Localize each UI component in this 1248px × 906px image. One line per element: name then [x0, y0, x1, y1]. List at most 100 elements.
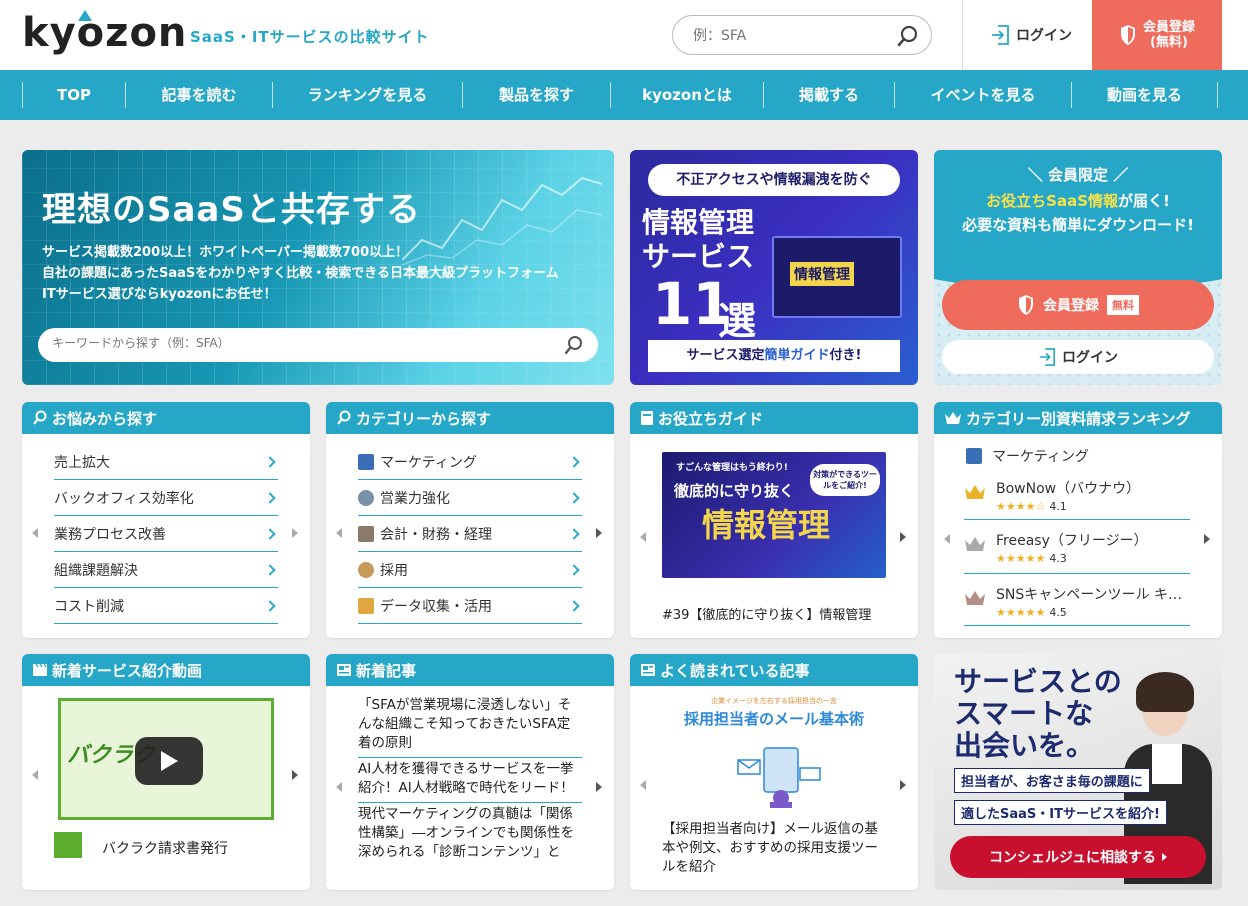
prev-arrow-icon[interactable] [640, 780, 646, 790]
ranking-item-rating: ★★★★☆ 4.1 [996, 500, 1067, 513]
member-sub-2: 必要な資料も簡単にダウンロード! [962, 216, 1194, 234]
nav-events[interactable]: イベントを見る [894, 82, 1071, 108]
concierge-banner[interactable]: サービスとの スマートな 出会いを。 担当者が、お客さま毎の課題に 適したSaa… [934, 654, 1222, 890]
category-item-recruit[interactable]: 採用 [358, 552, 582, 588]
category-label: マーケティング [380, 454, 477, 471]
news-item[interactable]: 現代マーケティングの真髄は「関係性構築」―オンラインでも関係性を深められる「診断… [358, 803, 582, 866]
marketing-icon [358, 453, 374, 470]
popular-caption[interactable]: 【採用担当者向け】メール返信の基本や例文、おすすめの採用支援ツールを紹介 [662, 820, 890, 877]
worries-title: お悩みから探す [52, 409, 158, 428]
next-arrow-icon[interactable] [292, 770, 298, 780]
worry-label: 業務プロセス改善 [54, 526, 166, 543]
categories-panel: カテゴリーから探す マーケティング 営業力強化 会計・財務・経理 採用 データ収… [326, 402, 614, 638]
banner-bottom-post: 付き! [829, 348, 862, 363]
category-item-sales[interactable]: 営業力強化 [358, 480, 582, 516]
next-arrow-icon[interactable] [292, 528, 298, 538]
ranking-item-rating: ★★★★★ 4.5 [996, 606, 1067, 619]
member-title: ＼ 会員限定 ／ [1027, 166, 1129, 184]
hero-search-input[interactable] [52, 336, 532, 350]
concierge-tag-1: 担当者が、お客さま毎の課題に [954, 768, 1150, 793]
prev-arrow-icon[interactable] [32, 770, 38, 780]
worry-item[interactable]: コスト削減 [54, 588, 278, 624]
next-arrow-icon[interactable] [900, 780, 906, 790]
banner-pill: 不正アクセスや情報漏洩を防ぐ [648, 164, 900, 196]
logo-drop-icon [78, 10, 92, 21]
product-logo [54, 832, 82, 858]
chevron-right-icon [568, 527, 580, 540]
search-icon[interactable] [897, 25, 919, 47]
nav-ranking[interactable]: ランキングを見る [272, 82, 462, 108]
prev-arrow-icon[interactable] [336, 528, 342, 538]
concierge-title: サービスとの スマートな 出会いを。 [954, 666, 1122, 762]
info-management-banner[interactable]: 不正アクセスや情報漏洩を防ぐ 情報管理 サービス 11 選 情報管理 サービス選… [630, 150, 918, 385]
category-label: 採用 [380, 562, 408, 579]
next-arrow-icon[interactable] [1204, 534, 1210, 544]
search-icon[interactable] [564, 335, 584, 355]
hero-search[interactable] [38, 328, 598, 362]
chevron-right-icon [264, 455, 276, 468]
video-thumbnail[interactable]: バクラク [58, 698, 274, 820]
next-arrow-icon[interactable] [596, 528, 602, 538]
concierge-title-1: サービスとの [954, 665, 1122, 698]
prev-arrow-icon[interactable] [32, 528, 38, 538]
shield-icon [1019, 295, 1033, 315]
category-item-accounting[interactable]: 会計・財務・経理 [358, 516, 582, 552]
news-item[interactable]: AI人材を獲得できるサービスを一挙紹介！AI人材戦略で時代をリード！ [358, 758, 582, 803]
ranking-item[interactable]: SNSキャンペーンツール キ… ★★★★★ 4.5 [964, 584, 1190, 626]
prev-arrow-icon[interactable] [336, 782, 342, 792]
member-login-button[interactable]: ログイン [942, 340, 1214, 374]
ranking-item-name: Freeasy（フリージー） [996, 533, 1148, 549]
play-button[interactable] [135, 737, 203, 785]
gold-crown-icon [965, 485, 985, 499]
guide-thumb-main: 情報管理 [702, 506, 831, 544]
categories-title: カテゴリーから探す [356, 409, 492, 428]
news-panel: 新着記事 「SFAが営業現場に浸透しない」そんな組織こそ知っておきたいSFA定着… [326, 654, 614, 890]
kyozon-logo[interactable]: kyozon [22, 10, 187, 56]
bronze-crown-icon [965, 591, 985, 605]
nav-videos[interactable]: 動画を見る [1071, 82, 1218, 108]
member-sub-highlight: お役立ちSaaS情報 [986, 192, 1118, 210]
hero-line-3: ITサービス選びならkyozonにお任せ！ [42, 287, 277, 302]
ranking-item[interactable]: Freeasy（フリージー） ★★★★★ 4.3 [964, 530, 1190, 574]
worry-item[interactable]: 売上拡大 [54, 444, 278, 480]
worry-item[interactable]: 組織課題解決 [54, 552, 278, 588]
prev-arrow-icon[interactable] [640, 532, 646, 542]
header-search-input[interactable] [693, 25, 893, 47]
ranking-item[interactable]: BowNow（バウナウ） ★★★★☆ 4.1 [964, 478, 1190, 520]
news-title: 新着記事 [356, 661, 417, 680]
popular-panel: よく読まれている記事 企業イメージを左右する採用担当の一言 採用担当者のメール基… [630, 654, 918, 890]
popular-thumbnail[interactable]: 企業イメージを左右する採用担当の一言 採用担当者のメール基本術 [662, 692, 886, 812]
guide-caption[interactable]: #39【徹底的に守り抜く】情報管理 [662, 604, 871, 623]
silver-crown-icon [965, 537, 985, 551]
header-search[interactable] [672, 15, 932, 55]
concierge-button[interactable]: コンシェルジュに相談する [950, 836, 1206, 878]
worry-item[interactable]: 業務プロセス改善 [54, 516, 278, 552]
member-register-button[interactable]: 会員登録 無料 [942, 280, 1214, 330]
video-header: 新着サービス紹介動画 [22, 654, 310, 686]
prev-arrow-icon[interactable] [944, 534, 950, 544]
login-link[interactable]: ログイン [990, 24, 1072, 46]
nav-articles[interactable]: 記事を読む [125, 82, 272, 108]
guide-header: お役立ちガイド [630, 402, 918, 434]
news-item[interactable]: 「SFAが営業現場に浸透しない」そんな組織こそ知っておきたいSFA定着の原則 [358, 694, 582, 758]
worry-label: 組織課題解決 [54, 562, 138, 579]
video-caption[interactable]: バクラク請求書発行 [102, 838, 228, 858]
hero-line-1: サービス掲載数200以上！ホワイトペーパー掲載数700以上！ [42, 245, 409, 260]
worry-item[interactable]: バックオフィス効率化 [54, 480, 278, 516]
free-badge: 無料 [1107, 295, 1139, 315]
next-arrow-icon[interactable] [900, 532, 906, 542]
register-button[interactable]: 会員登録 (無料) [1092, 0, 1222, 70]
next-arrow-icon[interactable] [596, 782, 602, 792]
nav-about[interactable]: kyozonとは [610, 82, 763, 108]
chevron-right-icon [264, 491, 276, 504]
nav-listing[interactable]: 掲載する [763, 82, 894, 108]
nav-top[interactable]: TOP [22, 82, 125, 108]
category-item-data[interactable]: データ収集・活用 [358, 588, 582, 624]
chevron-right-icon [568, 455, 580, 468]
category-item-marketing[interactable]: マーケティング [358, 444, 582, 480]
ranking-item-score: 4.3 [1049, 552, 1067, 565]
category-label: データ収集・活用 [380, 598, 492, 615]
magnifier-person-icon [358, 561, 374, 578]
nav-products[interactable]: 製品を探す [462, 82, 610, 108]
guide-thumbnail[interactable]: すごんな管理はもう終わり! 徹底的に守り抜く 情報管理 対策ができるツールをご紹… [662, 452, 886, 578]
